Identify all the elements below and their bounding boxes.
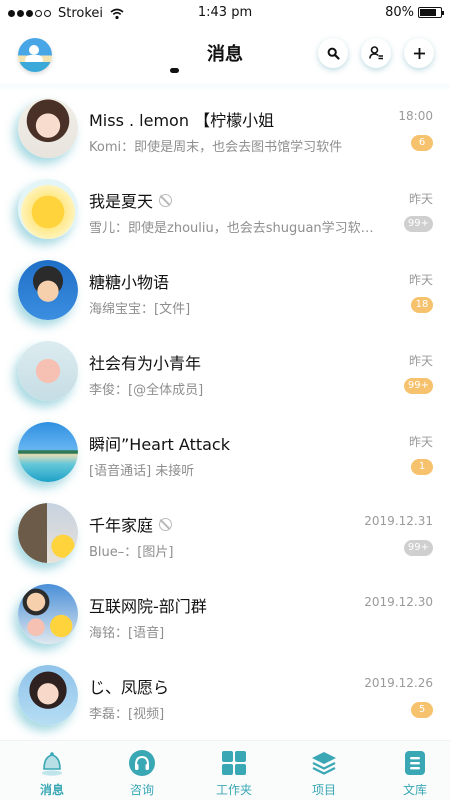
conversation-name: Miss . lemon 【柠檬小姐 bbox=[89, 111, 275, 130]
battery-group: 80% bbox=[385, 5, 444, 20]
unread-badge: 6 bbox=[411, 135, 433, 151]
tab-messages[interactable]: 消息 bbox=[7, 741, 97, 800]
conversation-name: 千年家庭 bbox=[89, 512, 173, 536]
message-preview: 李俊：[@全体成员] bbox=[89, 383, 204, 398]
status-time: 1:43 pm bbox=[197, 5, 253, 20]
add-icon bbox=[413, 47, 425, 59]
message-time: 18:00 bbox=[398, 109, 433, 123]
conversation-row[interactable]: 千年家庭 Blue–：[图片] 2019.12.31 99+ bbox=[0, 497, 450, 578]
message-time: 昨天 bbox=[408, 273, 433, 287]
mute-icon bbox=[159, 517, 173, 531]
conversation-name: 互联网院-部门群 bbox=[89, 597, 207, 616]
library-icon bbox=[405, 751, 425, 775]
message-preview: 李磊：[视频] bbox=[89, 707, 165, 722]
conversation-row[interactable]: Miss . lemon 【柠檬小姐 Komi：即使是周末，也会去图书馆学习软件… bbox=[0, 92, 450, 173]
message-preview: [语音通话] 未接听 bbox=[89, 464, 195, 479]
avatar bbox=[18, 98, 78, 158]
bell-icon bbox=[42, 752, 62, 776]
tab-projects[interactable]: 项目 bbox=[279, 741, 369, 800]
tab-label: 咨询 bbox=[129, 783, 154, 797]
message-time: 2019.12.30 bbox=[364, 595, 433, 609]
message-preview: Komi：即使是周末，也会去图书馆学习软件 bbox=[89, 140, 343, 155]
contacts-icon bbox=[368, 46, 383, 60]
status-bar: Strokei 1:43 pm 80% bbox=[0, 0, 450, 26]
add-button[interactable] bbox=[404, 38, 434, 68]
conversation-name: 糖糖小物语 bbox=[89, 273, 170, 292]
headset-icon bbox=[129, 750, 155, 776]
message-time: 2019.12.26 bbox=[364, 676, 433, 690]
message-preview: Blue–：[图片] bbox=[89, 545, 174, 560]
avatar bbox=[18, 503, 78, 563]
layers-icon bbox=[312, 752, 336, 775]
avatar bbox=[18, 422, 78, 482]
battery-icon bbox=[418, 7, 444, 18]
contacts-button[interactable] bbox=[361, 38, 391, 68]
title-indicator bbox=[170, 68, 179, 73]
conversation-row[interactable]: 互联网院-部门群 海铭：[语音] 2019.12.30 bbox=[0, 578, 450, 659]
avatar bbox=[18, 260, 78, 320]
unread-badge: 99+ bbox=[403, 216, 433, 232]
grid-icon bbox=[222, 751, 246, 775]
unread-badge: 18 bbox=[411, 297, 433, 313]
conversation-name: 社会有为小青年 bbox=[89, 354, 202, 373]
conversation-row[interactable]: 我是夏天 雪儿：即使是zhouliu，也会去shuguan学习软件… 昨天 99… bbox=[0, 173, 450, 254]
message-preview: 雪儿：即使是zhouliu，也会去shuguan学习软件… bbox=[89, 221, 381, 236]
message-time: 昨天 bbox=[408, 192, 433, 206]
avatar bbox=[18, 341, 78, 401]
conversation-list[interactable]: Miss . lemon 【柠檬小姐 Komi：即使是周末，也会去图书馆学习软件… bbox=[0, 92, 450, 740]
search-icon bbox=[327, 47, 340, 60]
conversation-row[interactable]: じ、凤愿ら 李磊：[视频] 2019.12.26 5 bbox=[0, 659, 450, 740]
tab-label: 文库 bbox=[402, 783, 427, 797]
avatar bbox=[18, 179, 78, 239]
message-time: 昨天 bbox=[408, 354, 433, 368]
avatar bbox=[18, 584, 78, 644]
tab-label: 项目 bbox=[311, 783, 336, 797]
conversation-row[interactable]: 瞬间”Heart Attack [语音通话] 未接听 昨天 1 bbox=[0, 416, 450, 497]
unread-badge: 5 bbox=[411, 702, 433, 718]
conversation-row[interactable]: 糖糖小物语 海绵宝宝：[文件] 昨天 18 bbox=[0, 254, 450, 335]
tab-bar: 消息 咨询 工作夹 项目 文库 bbox=[0, 740, 450, 800]
tab-label: 消息 bbox=[39, 783, 64, 797]
message-preview: 海绵宝宝：[文件] bbox=[89, 302, 191, 317]
search-button[interactable] bbox=[318, 38, 348, 68]
message-time: 昨天 bbox=[408, 435, 433, 449]
message-preview: 海铭：[语音] bbox=[89, 626, 165, 641]
avatar bbox=[18, 665, 78, 725]
tab-workfolder[interactable]: 工作夹 bbox=[189, 741, 279, 800]
header: 消息 bbox=[0, 26, 450, 84]
battery-percent: 80% bbox=[385, 5, 414, 20]
tab-consult[interactable]: 咨询 bbox=[97, 741, 187, 800]
tab-label: 工作夹 bbox=[215, 783, 252, 797]
unread-badge: 99+ bbox=[403, 540, 433, 556]
message-time: 2019.12.31 bbox=[364, 514, 433, 528]
conversation-row[interactable]: 社会有为小青年 李俊：[@全体成员] 昨天 99+ bbox=[0, 335, 450, 416]
unread-badge: 1 bbox=[411, 459, 433, 475]
conversation-name: じ、凤愿ら bbox=[89, 678, 170, 697]
unread-badge: 99+ bbox=[403, 378, 433, 394]
conversation-name: 瞬间”Heart Attack bbox=[89, 435, 230, 454]
conversation-name: 我是夏天 bbox=[89, 188, 173, 212]
mute-icon bbox=[159, 193, 173, 207]
tab-library[interactable]: 文库 bbox=[370, 741, 450, 800]
